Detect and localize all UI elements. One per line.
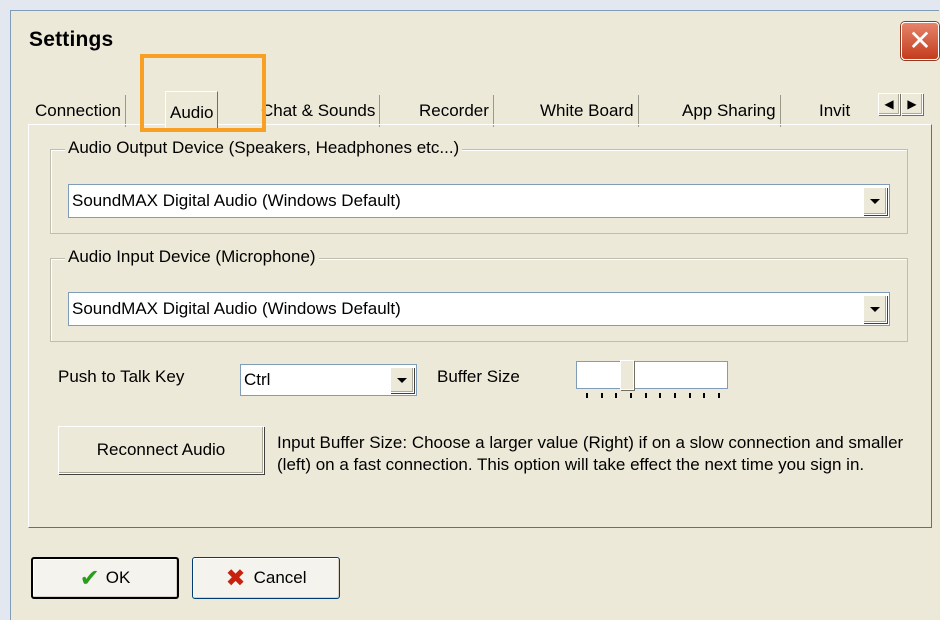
tab-white-board[interactable]: White Board <box>536 95 639 127</box>
ok-button[interactable]: ✔ OK <box>31 557 179 599</box>
buffer-size-label: Buffer Size <box>437 367 520 386</box>
reconnect-audio-button[interactable]: Reconnect Audio <box>58 426 264 474</box>
slider-tick <box>630 393 632 398</box>
cancel-label: Cancel <box>253 568 307 587</box>
close-button[interactable]: ✕ <box>901 22 939 60</box>
checkmark-icon: ✔ <box>79 564 100 592</box>
slider-tick <box>659 393 662 398</box>
chevron-down-icon <box>870 198 880 204</box>
tab-scroll-left[interactable]: ◀ <box>878 93 900 115</box>
input-device-value: SoundMAX Digital Audio (Windows Default) <box>72 299 401 318</box>
tab-connection[interactable]: Connection <box>31 95 127 127</box>
x-icon: ✖ <box>225 564 246 592</box>
slider-tick <box>718 393 720 398</box>
chevron-left-icon: ◀ <box>884 97 894 111</box>
tab-invite[interactable]: Invit <box>815 95 883 127</box>
input-device-legend: Audio Input Device (Microphone) <box>65 247 319 267</box>
tab-scroll-right[interactable]: ▶ <box>901 93 923 115</box>
output-device-legend: Audio Output Device (Speakers, Headphone… <box>65 138 463 158</box>
tab-app-sharing[interactable]: App Sharing <box>678 95 781 127</box>
slider-tick <box>600 393 603 398</box>
input-device-select[interactable]: SoundMAX Digital Audio (Windows Default) <box>68 292 890 326</box>
tab-chat-sounds[interactable]: Chat & Sounds <box>257 95 381 127</box>
push-to-talk-select[interactable]: Ctrl <box>240 364 417 396</box>
slider-thumb[interactable] <box>619 360 634 390</box>
ok-label: OK <box>105 568 131 587</box>
tab-recorder[interactable]: Recorder <box>415 95 494 127</box>
buffer-size-slider[interactable] <box>576 360 728 390</box>
slider-tick <box>586 393 588 398</box>
output-device-value: SoundMAX Digital Audio (Windows Default) <box>72 191 401 210</box>
push-to-talk-label: Push to Talk Key <box>58 367 185 386</box>
push-to-talk-value: Ctrl <box>244 370 271 389</box>
slider-tick <box>674 393 676 398</box>
buffer-size-info: Input Buffer Size: Choose a larger value… <box>277 433 904 474</box>
settings-window: Settings ✕ Connection Audio Chat & Sound… <box>10 10 939 620</box>
chevron-down-icon <box>397 377 407 383</box>
chevron-right-icon: ▶ <box>907 97 917 111</box>
dropdown-button[interactable] <box>863 187 887 215</box>
audio-tab-highlight <box>140 54 266 132</box>
slider-ticks <box>576 393 728 399</box>
window-title: Settings <box>29 28 114 51</box>
dropdown-button[interactable] <box>863 295 887 323</box>
close-icon: ✕ <box>908 25 932 56</box>
slider-tick <box>644 393 647 398</box>
slider-tick <box>703 393 706 398</box>
slider-tick <box>615 393 618 398</box>
chevron-down-icon <box>870 306 880 312</box>
cancel-button[interactable]: ✖ Cancel <box>192 557 340 599</box>
output-device-select[interactable]: SoundMAX Digital Audio (Windows Default) <box>68 184 890 218</box>
dropdown-button[interactable] <box>390 367 414 393</box>
slider-tick <box>688 393 691 398</box>
